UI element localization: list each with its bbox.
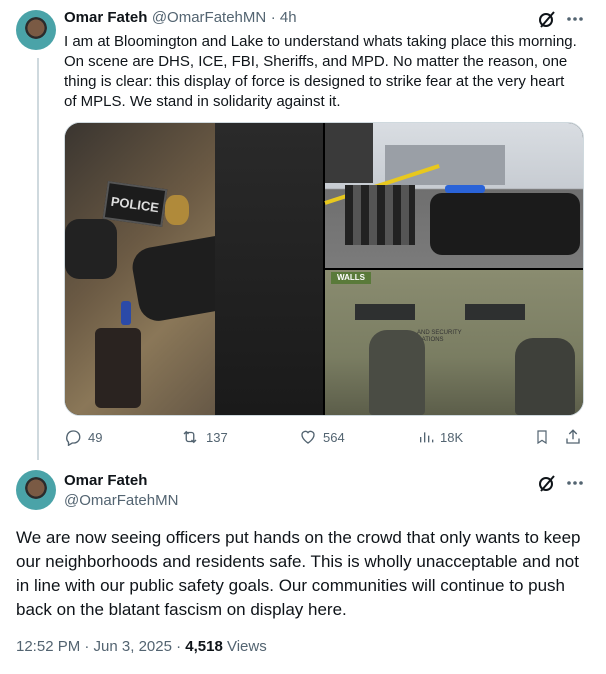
share-icon[interactable] (564, 428, 582, 446)
holster (95, 328, 141, 408)
awning (325, 123, 373, 183)
tweet-time[interactable]: · 4h (271, 9, 297, 26)
agent-left (369, 330, 425, 415)
tweet-timestamp[interactable]: 12:52 PM · Jun 3, 2025 · (16, 638, 185, 655)
media-image-armored-vehicle[interactable]: WALLS AND SECURITY GATIONS (325, 270, 583, 415)
tweet2-text: We are now seeing officers put hands on … (16, 528, 581, 619)
light-bar (445, 185, 485, 193)
vehicle-sign: WALLS (331, 272, 371, 284)
media-image-officer-vest[interactable]: POLICE (65, 123, 323, 415)
reply-count: 49 (88, 429, 103, 445)
tweet1-text: I am at Bloomington and Lake to understa… (64, 33, 577, 110)
blue-light (121, 301, 131, 325)
vehicle-window-2 (465, 304, 525, 320)
police-car (430, 193, 580, 255)
author-handle-2[interactable]: @OmarFatehMN (64, 492, 178, 509)
thread-connector-line (37, 58, 39, 460)
repost-button[interactable]: 137 (180, 428, 228, 446)
views-button[interactable]: 18K (418, 428, 463, 446)
views-count: 18K (440, 429, 464, 445)
views-label: Views (222, 638, 267, 655)
crowd (345, 185, 415, 245)
dark-jacket (215, 123, 323, 415)
author-avatar-2[interactable] (16, 470, 56, 510)
grok-slash-icon[interactable] (536, 472, 558, 494)
police-patch: POLICE (102, 181, 168, 227)
reply-button[interactable]: 49 (64, 428, 102, 446)
media-image-street-scene[interactable] (324, 123, 583, 268)
more-dots-icon[interactable] (564, 472, 586, 494)
gloved-hand-left (65, 219, 117, 279)
views-bar-icon (420, 432, 434, 443)
tweet1-media-grid[interactable]: POLICE WALLS AND SECURITY GATIONS (64, 122, 584, 416)
tweet1-header: Omar Fateh @OmarFatehMN · 4h (64, 9, 297, 27)
grok-slash-icon[interactable] (536, 8, 558, 30)
more-dots-icon[interactable] (564, 8, 586, 30)
reply-bubble-icon (66, 430, 81, 446)
vehicle-window (355, 304, 415, 320)
author-handle[interactable]: @OmarFatehMN (152, 9, 266, 26)
author-avatar[interactable] (16, 10, 56, 50)
repost-count: 137 (206, 429, 228, 445)
like-button[interactable]: 564 (299, 428, 345, 446)
heart-icon (301, 430, 315, 444)
repost-arrows-icon (183, 430, 197, 444)
views-number: 4,518 (185, 638, 223, 655)
like-count: 564 (323, 429, 345, 445)
tweet2-metadata: 12:52 PM · Jun 3, 2025 · 4,518 Views (16, 638, 267, 655)
agent-right (515, 338, 575, 415)
author-name-2[interactable]: Omar Fateh (64, 472, 147, 489)
author-name[interactable]: Omar Fateh (64, 9, 147, 26)
bookmark-icon[interactable] (533, 428, 551, 446)
badge-shape (165, 195, 189, 225)
